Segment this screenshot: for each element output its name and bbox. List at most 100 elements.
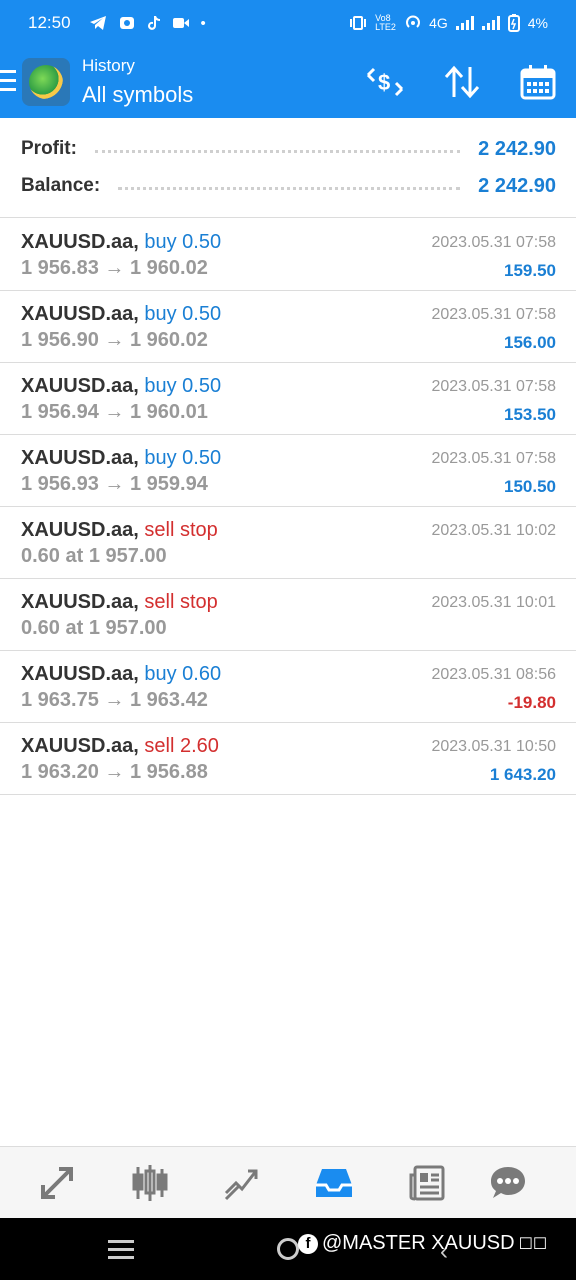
trade-prices: 1 963.75 → 1 963.42 [21, 689, 208, 711]
notification-icons: • [89, 15, 206, 32]
trade-time: 2023.05.31 08:56 [431, 666, 556, 683]
trade-row[interactable]: XAUUSD.aa, sell stop 0.60 at 1 957.00 20… [0, 507, 576, 579]
menu-icon[interactable] [0, 70, 16, 92]
network-label: 4G [429, 15, 448, 31]
trade-symbol: XAUUSD.aa, [21, 231, 139, 253]
trade-time: 2023.05.31 10:50 [431, 738, 556, 755]
trade-row[interactable]: XAUUSD.aa, sell 2.60 1 963.20 → 1 956.88… [0, 723, 576, 795]
trade-prices: 0.60 at 1 957.00 [21, 545, 167, 567]
trade-prices: 0.60 at 1 957.00 [21, 617, 167, 639]
watermark-text: @MASTER XAUUSD [322, 1232, 515, 1254]
camera-icon [119, 17, 134, 29]
trade-prices: 1 956.93 → 1 959.94 [21, 473, 208, 495]
trade-title: XAUUSD.aa, buy 0.50 [21, 375, 221, 398]
trade-action: buy 0.50 [144, 375, 222, 397]
trade-row[interactable]: XAUUSD.aa, buy 0.50 1 956.94 → 1 960.01 … [0, 363, 576, 435]
status-time: 12:50 [28, 13, 71, 32]
home-button[interactable] [277, 1238, 299, 1260]
tiktok-icon [147, 16, 160, 30]
watermark: f @MASTER XAUUSD ☐☐ [298, 1232, 547, 1255]
bottom-tab-bar [0, 1146, 576, 1218]
trade-symbol: XAUUSD.aa, [21, 591, 139, 613]
trade-profit: 153.50 [504, 405, 556, 424]
unknown-glyph-icon: ☐☐ [518, 1235, 548, 1253]
trade-profit: 159.50 [504, 261, 556, 280]
facebook-icon: f [298, 1233, 318, 1254]
trade-symbol: XAUUSD.aa, [21, 303, 139, 325]
signal-2-icon [481, 16, 500, 30]
trade-symbol: XAUUSD.aa, [21, 375, 139, 397]
trade-prices: 1 963.20 → 1 956.88 [21, 761, 208, 783]
trade-profit: 150.50 [504, 477, 556, 496]
battery-icon [507, 14, 520, 32]
trade-time: 2023.05.31 10:01 [431, 594, 556, 611]
trade-action: sell stop [144, 591, 218, 613]
trade-action: buy 0.50 [144, 231, 222, 253]
trade-time: 2023.05.31 07:58 [431, 378, 556, 395]
trade-row[interactable]: XAUUSD.aa, buy 0.50 1 956.93 → 1 959.94 … [0, 435, 576, 507]
recent-apps-button[interactable] [108, 1240, 134, 1259]
trade-profit: 156.00 [504, 333, 556, 352]
dot-icon: • [200, 14, 206, 32]
trade-row[interactable]: XAUUSD.aa, sell stop 0.60 at 1 957.00 20… [0, 579, 576, 651]
news-icon[interactable] [405, 1161, 449, 1205]
balance-label: Balance: [21, 175, 101, 196]
trade-profit: 1 643.20 [489, 765, 556, 784]
trade-title: XAUUSD.aa, buy 0.50 [21, 303, 221, 326]
status-bar: 12:50 • Vo8 LTE2 4G 4% [0, 0, 576, 46]
trade-symbol: XAUUSD.aa, [21, 447, 139, 469]
trade-title: XAUUSD.aa, buy 0.50 [21, 231, 221, 254]
video-icon [172, 18, 189, 28]
balance-value: 2 242.90 [478, 174, 556, 197]
battery-level: 4% [527, 15, 548, 31]
page-subtitle: History [82, 56, 135, 75]
trade-title: XAUUSD.aa, sell 2.60 [21, 735, 219, 758]
signal-icon [455, 16, 474, 30]
trade-row[interactable]: XAUUSD.aa, buy 0.50 1 956.83 → 1 960.02 … [0, 219, 576, 291]
trade-title: XAUUSD.aa, sell stop [21, 519, 218, 542]
trade-icon[interactable] [220, 1161, 264, 1205]
profit-row: Profit: 2 242.90 [21, 134, 556, 164]
svg-text:$: $ [378, 70, 390, 95]
trade-action: sell stop [144, 519, 218, 541]
app-bar: History All symbols $ [0, 46, 576, 118]
trade-prices: 1 956.94 → 1 960.01 [21, 401, 208, 423]
trade-row[interactable]: XAUUSD.aa, buy 0.60 1 963.75 → 1 963.42 … [0, 651, 576, 723]
trade-symbol: XAUUSD.aa, [21, 735, 139, 757]
sort-icon[interactable] [440, 60, 484, 104]
trade-row[interactable]: XAUUSD.aa, buy 0.50 1 956.90 → 1 960.02 … [0, 291, 576, 363]
hotspot-icon [406, 15, 421, 28]
profit-label: Profit: [21, 138, 77, 159]
chat-icon[interactable] [486, 1161, 530, 1205]
calendar-icon[interactable] [516, 60, 560, 104]
trade-prices: 1 956.83 → 1 960.02 [21, 257, 208, 279]
trade-profit: -19.80 [507, 693, 556, 712]
trade-action: buy 0.50 [144, 447, 222, 469]
trade-title: XAUUSD.aa, buy 0.60 [21, 663, 221, 686]
dots-divider [118, 186, 461, 190]
trade-action: sell 2.60 [144, 735, 219, 757]
trade-action: buy 0.60 [144, 663, 222, 685]
trade-time: 2023.05.31 07:58 [431, 306, 556, 323]
system-nav-bar: ‹ f @MASTER XAUUSD ☐☐ [0, 1218, 576, 1280]
quotes-icon[interactable] [35, 1161, 79, 1205]
trade-symbol: XAUUSD.aa, [21, 519, 139, 541]
trade-action: buy 0.50 [144, 303, 222, 325]
trade-symbol: XAUUSD.aa, [21, 663, 139, 685]
trade-prices: 1 956.90 → 1 960.02 [21, 329, 208, 351]
trade-time: 2023.05.31 07:58 [431, 234, 556, 251]
symbol-filter-icon[interactable]: $ [362, 60, 408, 104]
page-title[interactable]: All symbols [82, 82, 193, 108]
system-icons: Vo8 LTE2 4G 4% [349, 14, 548, 32]
trade-time: 2023.05.31 07:58 [431, 450, 556, 467]
trade-list: XAUUSD.aa, buy 0.50 1 956.83 → 1 960.02 … [0, 219, 576, 795]
vibrate-icon [350, 16, 367, 30]
trade-title: XAUUSD.aa, buy 0.50 [21, 447, 221, 470]
history-icon[interactable] [312, 1161, 356, 1205]
trade-title: XAUUSD.aa, sell stop [21, 591, 218, 614]
balance-row: Balance: 2 242.90 [21, 171, 556, 201]
trade-time: 2023.05.31 10:02 [431, 522, 556, 539]
chart-icon[interactable] [128, 1161, 172, 1205]
app-logo [22, 58, 70, 106]
profit-value: 2 242.90 [478, 137, 556, 160]
